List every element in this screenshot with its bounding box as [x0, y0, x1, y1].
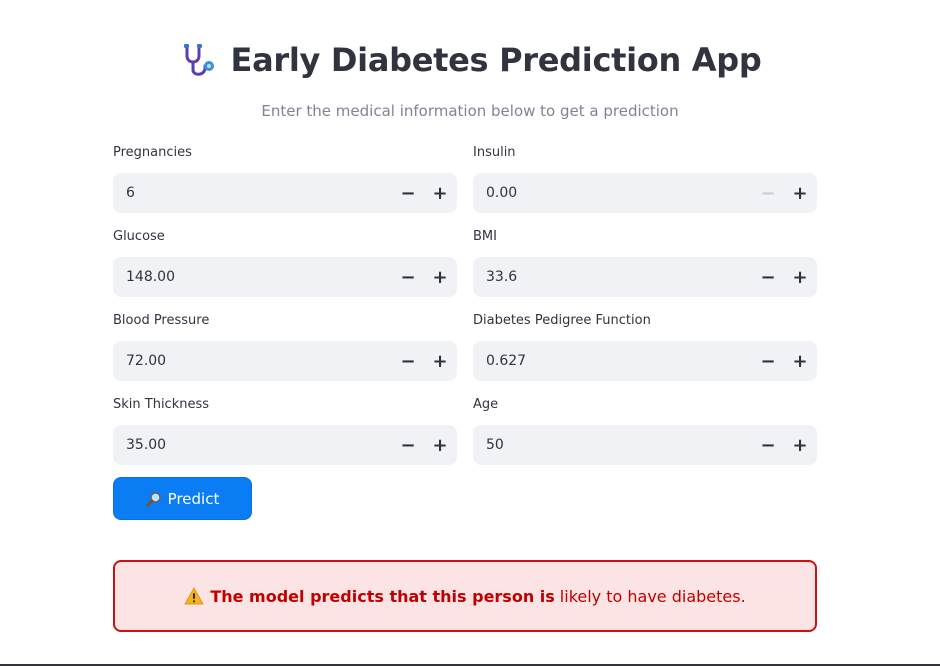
field-label-skin-thickness: Skin Thickness — [113, 397, 210, 412]
pregnancies-input[interactable] — [113, 172, 392, 214]
bmi-input[interactable] — [473, 256, 752, 298]
result-bold-text: The model predicts that this person is — [210, 586, 555, 606]
age-input[interactable] — [473, 424, 752, 466]
field-insulin: Insulin − + — [473, 143, 817, 214]
skin-thickness-decrement-button[interactable]: − — [392, 425, 424, 465]
number-input-age: − + — [473, 424, 817, 466]
number-input-pregnancies: − + — [113, 172, 457, 214]
glucose-input[interactable] — [113, 256, 392, 298]
stethoscope-icon — [183, 44, 214, 76]
diabetes-pedigree-function-increment-button[interactable]: + — [784, 341, 816, 381]
pregnancies-decrement-button[interactable]: − — [392, 173, 424, 213]
skin-thickness-increment-button[interactable]: + — [424, 425, 456, 465]
skin-thickness-input[interactable] — [113, 424, 392, 466]
page-subtitle: Enter the medical information below to g… — [261, 102, 679, 120]
insulin-increment-button[interactable]: + — [784, 173, 816, 213]
field-diabetes-pedigree-function: Diabetes Pedigree Function − + — [473, 311, 817, 382]
bmi-increment-button[interactable]: + — [784, 257, 816, 297]
number-input-skin-thickness: − + — [113, 424, 457, 466]
glucose-decrement-button[interactable]: − — [392, 257, 424, 297]
field-label-age: Age — [473, 397, 499, 412]
field-bmi: BMI − + — [473, 227, 817, 298]
field-label-blood-pressure: Blood Pressure — [113, 313, 210, 328]
predict-button[interactable]: Predict — [113, 477, 252, 520]
insulin-decrement-button[interactable]: − — [752, 173, 784, 213]
field-skin-thickness: Skin Thickness − + — [113, 395, 457, 466]
blood-pressure-increment-button[interactable]: + — [424, 341, 456, 381]
field-label-glucose: Glucose — [113, 229, 165, 244]
blood-pressure-input[interactable] — [113, 340, 392, 382]
prediction-result-alert: The model predicts that this person is l… — [113, 560, 817, 632]
field-pregnancies: Pregnancies − + — [113, 143, 457, 214]
age-increment-button[interactable]: + — [784, 425, 816, 465]
diabetes-pedigree-function-input[interactable] — [473, 340, 752, 382]
blood-pressure-decrement-button[interactable]: − — [392, 341, 424, 381]
field-label-diabetes-pedigree-function: Diabetes Pedigree Function — [473, 313, 651, 328]
field-age: Age − + — [473, 395, 817, 466]
field-label-bmi: BMI — [473, 229, 497, 244]
title-row: Early Diabetes Prediction App — [0, 40, 940, 80]
number-input-blood-pressure: − + — [113, 340, 457, 382]
glucose-increment-button[interactable]: + — [424, 257, 456, 297]
age-decrement-button[interactable]: − — [752, 425, 784, 465]
field-label-insulin: Insulin — [473, 145, 516, 160]
field-label-pregnancies: Pregnancies — [113, 145, 192, 160]
number-input-glucose: − + — [113, 256, 457, 298]
app-page: Early Diabetes Prediction App Enter the … — [0, 0, 940, 666]
number-input-bmi: − + — [473, 256, 817, 298]
field-glucose: Glucose − + — [113, 227, 457, 298]
number-input-diabetes-pedigree-function: − + — [473, 340, 817, 382]
field-blood-pressure: Blood Pressure − + — [113, 311, 457, 382]
result-normal-text: likely to have diabetes. — [559, 586, 746, 606]
diabetes-pedigree-function-decrement-button[interactable]: − — [752, 341, 784, 381]
bmi-decrement-button[interactable]: − — [752, 257, 784, 297]
warning-icon — [184, 587, 204, 605]
pregnancies-increment-button[interactable]: + — [424, 173, 456, 213]
page-title: Early Diabetes Prediction App — [230, 41, 762, 79]
predict-button-label: Predict — [167, 489, 220, 508]
magnifying-glass-icon — [146, 491, 161, 506]
insulin-input[interactable] — [473, 172, 752, 214]
number-input-insulin: − + — [473, 172, 817, 214]
